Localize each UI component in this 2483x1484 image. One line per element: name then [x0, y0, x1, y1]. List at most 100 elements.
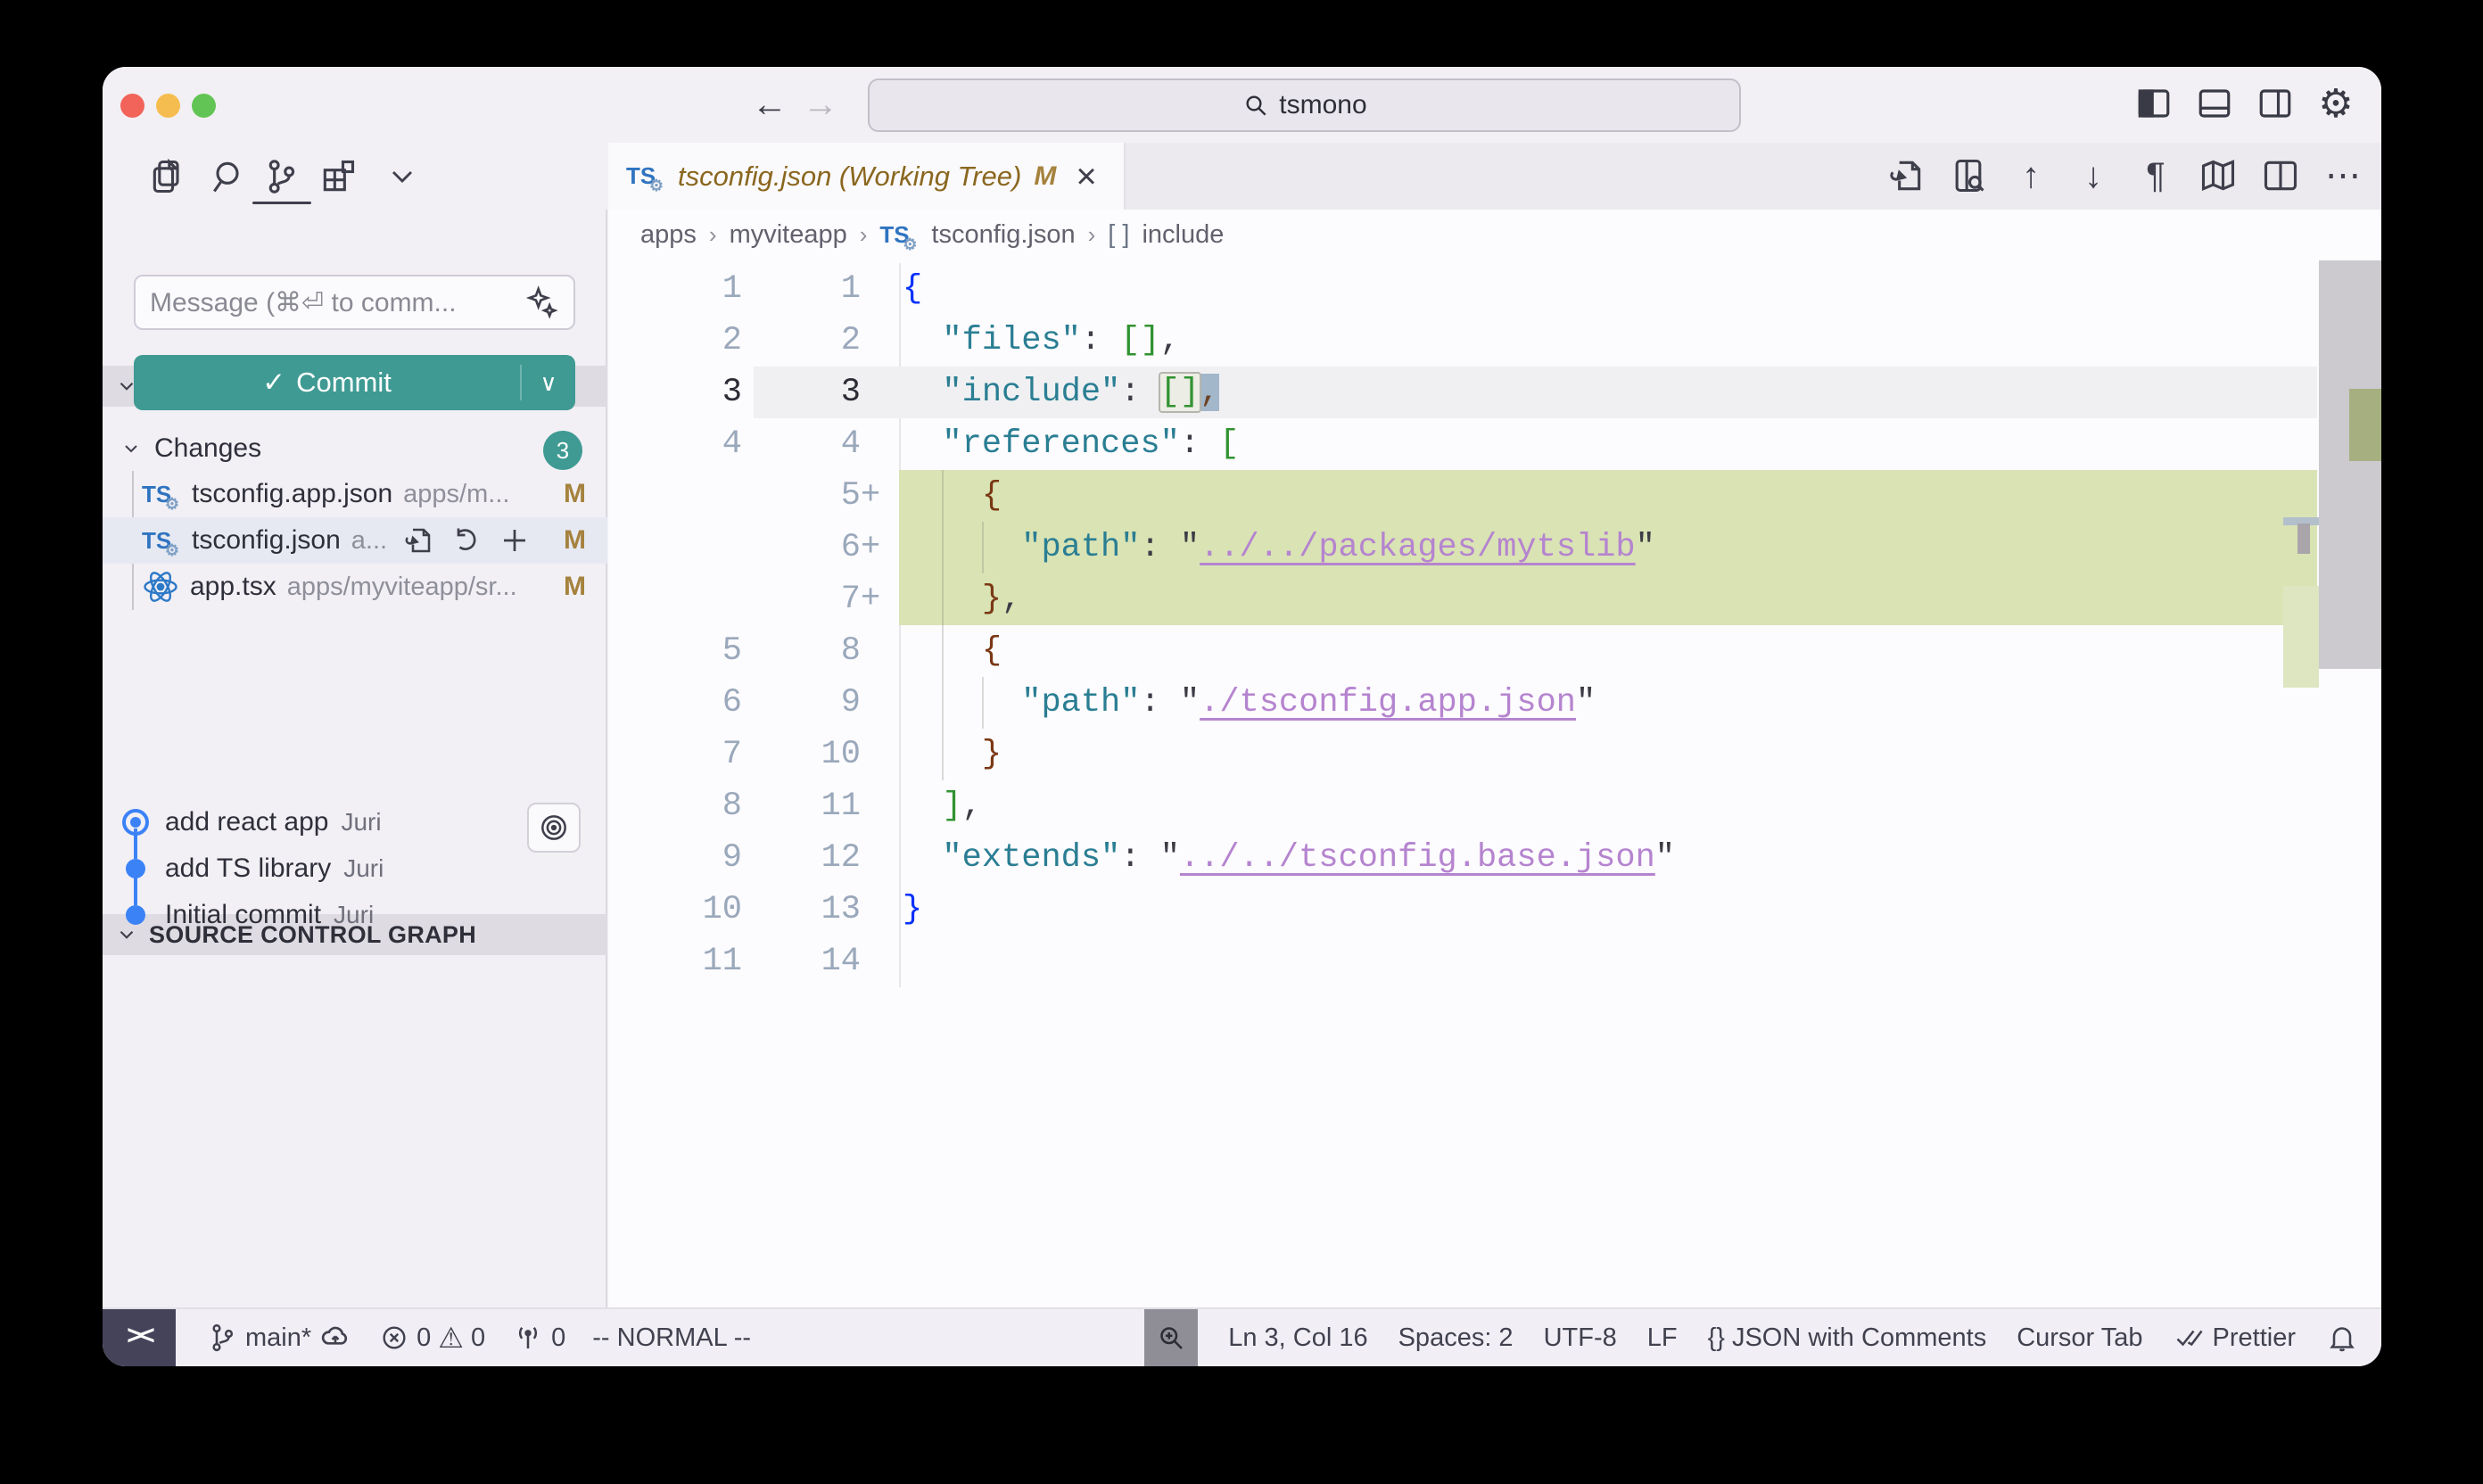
forward-arrow-icon[interactable]: → — [803, 87, 838, 122]
modified-line-number: 12 — [742, 832, 861, 884]
zoom-traffic-light[interactable] — [192, 94, 216, 118]
code-line[interactable]: 1013} — [608, 884, 2381, 936]
editor-scrollbar[interactable] — [2319, 260, 2381, 669]
path-link[interactable]: ../../tsconfig.base.json — [1180, 839, 1655, 877]
language-mode-indicator[interactable]: {} JSON with Comments — [1708, 1323, 1987, 1353]
breadcrumb-item-myviteapp[interactable]: myviteapp — [730, 220, 847, 250]
discard-icon[interactable] — [450, 524, 483, 557]
code-line[interactable]: 33 "include": [], — [608, 367, 2381, 418]
branch-indicator[interactable]: main* — [206, 1321, 352, 1355]
sparkle-icon[interactable] — [524, 284, 559, 320]
changes-section-header[interactable]: Changes 3 — [103, 426, 607, 471]
toggle-sidebar-icon[interactable] — [2133, 83, 2174, 124]
commit-message: Initial commit — [165, 900, 321, 930]
ts-file-icon: TS⚙ — [142, 527, 181, 555]
remote-indicator[interactable]: >< — [103, 1309, 176, 1366]
back-arrow-icon[interactable]: ← — [752, 87, 788, 122]
code-line[interactable]: 6+ "path": "../../packages/mytslib" — [608, 522, 2381, 573]
search-view-icon[interactable] — [206, 155, 249, 198]
encoding-indicator[interactable]: UTF-8 — [1544, 1323, 1617, 1353]
settings-gear-icon[interactable]: ⚙ — [2315, 83, 2356, 124]
modified-status-badge: M — [564, 525, 586, 556]
tab-close-icon[interactable]: × — [1076, 163, 1096, 190]
open-file-icon[interactable] — [1885, 155, 1926, 196]
minimap-toggle-icon[interactable] — [2198, 155, 2239, 196]
next-change-icon[interactable]: ↓ — [2073, 155, 2114, 196]
change-row-tsconfig.json[interactable]: TS⚙tsconfig.jsona...M — [103, 517, 607, 564]
code-line[interactable]: 1114 — [608, 936, 2381, 987]
commit-row-1[interactable]: add react appJuri — [103, 799, 607, 845]
more-views-chevron-icon[interactable] — [381, 155, 424, 198]
code-line[interactable]: 710 } — [608, 729, 2381, 780]
code-line[interactable]: 69 "path": "./tsconfig.app.json" — [608, 677, 2381, 729]
code-text: "include": [], — [903, 367, 1219, 418]
source-control-view-icon[interactable] — [260, 155, 302, 198]
toggle-secondary-sidebar-icon[interactable] — [2255, 83, 2296, 124]
explorer-icon[interactable] — [146, 155, 189, 198]
check-icon: ✓ — [262, 367, 285, 399]
code-line[interactable]: 22 "files": [], — [608, 315, 2381, 367]
react-file-icon — [142, 568, 179, 606]
code-text: { — [903, 263, 922, 315]
render-whitespace-icon[interactable]: ¶ — [2135, 155, 2176, 196]
changes-title: Changes — [154, 433, 261, 464]
formatter-indicator[interactable]: Prettier — [2174, 1322, 2296, 1354]
commit-dropdown-chevron[interactable]: ∨ — [522, 369, 575, 397]
modified-line-number: 9 — [742, 677, 861, 729]
indentation-indicator[interactable]: Spaces: 2 — [1398, 1323, 1514, 1353]
eol-indicator[interactable]: LF — [1647, 1323, 1678, 1353]
cursor-tab-indicator[interactable]: Cursor Tab — [2017, 1323, 2142, 1353]
extensions-view-icon[interactable] — [317, 155, 359, 198]
zoom-indicator[interactable] — [1144, 1309, 1198, 1366]
original-line-number: 2 — [608, 315, 742, 367]
inline-diff-view-icon[interactable] — [1948, 155, 1989, 196]
tab-tsconfig-working-tree[interactable]: TS⚙ tsconfig.json (Working Tree) M × — [608, 143, 1126, 210]
commit-dot-icon — [126, 905, 145, 925]
change-row-tsconfig.app.json[interactable]: TS⚙tsconfig.app.jsonapps/m...M — [103, 471, 607, 517]
diff-editor[interactable]: 11{22 "files": [],33 "include": [],44 "r… — [608, 260, 2381, 1307]
toggle-panel-icon[interactable] — [2194, 83, 2235, 124]
code-line[interactable]: 912 "extends": "../../tsconfig.base.json… — [608, 832, 2381, 884]
code-text: } — [903, 729, 1002, 780]
path-link[interactable]: ../../packages/mytslib — [1200, 529, 1635, 566]
code-line[interactable]: 11{ — [608, 263, 2381, 315]
code-line[interactable]: 44 "references": [ — [608, 418, 2381, 470]
commit-message-input[interactable]: Message (⌘⏎ to comm... — [134, 275, 575, 330]
commit-author: Juri — [343, 854, 384, 883]
path-link[interactable]: ./tsconfig.app.json — [1200, 684, 1576, 721]
command-center-search[interactable]: tsmono — [868, 78, 1741, 132]
file-name: tsconfig.app.json — [192, 479, 392, 509]
problems-indicator[interactable]: 0 ⚠ 0 — [379, 1321, 485, 1355]
ports-indicator[interactable]: 0 — [512, 1322, 565, 1354]
close-traffic-light[interactable] — [120, 94, 144, 118]
braces-icon: {} — [1708, 1323, 1725, 1353]
more-actions-icon[interactable]: ⋯ — [2322, 155, 2363, 196]
commit-row-2[interactable]: add TS libraryJuri — [103, 845, 607, 892]
code-line[interactable]: 7+ }, — [608, 573, 2381, 625]
commit-row-3[interactable]: Initial commitJuri — [103, 892, 607, 938]
code-line[interactable]: 811 ], — [608, 780, 2381, 832]
notifications-bell-icon[interactable] — [2326, 1322, 2358, 1354]
vim-mode-indicator[interactable]: -- NORMAL -- — [592, 1323, 751, 1353]
search-icon — [1242, 91, 1270, 120]
original-line-number: 3 — [608, 367, 742, 418]
open-file-icon[interactable] — [401, 524, 435, 557]
original-line-number: 9 — [608, 832, 742, 884]
file-name: app.tsx — [190, 572, 276, 602]
minimize-traffic-light[interactable] — [156, 94, 180, 118]
breadcrumb-item-apps[interactable]: apps — [640, 220, 697, 250]
code-line[interactable]: 5+ { — [608, 470, 2381, 522]
code-text: { — [903, 470, 1002, 522]
previous-change-icon[interactable]: ↑ — [2010, 155, 2051, 196]
stage-icon[interactable] — [498, 524, 532, 557]
change-row-app.tsx[interactable]: app.tsxapps/myviteapp/sr...M — [103, 564, 607, 610]
modified-line-number: 4 — [742, 418, 861, 470]
breadcrumb-item-include[interactable]: include — [1142, 220, 1224, 250]
breadcrumb-separator-icon: › — [709, 221, 717, 249]
split-editor-icon[interactable] — [2260, 155, 2301, 196]
commit-button[interactable]: ✓ Commit ∨ — [134, 355, 575, 410]
cursor-position[interactable]: Ln 3, Col 16 — [1228, 1323, 1367, 1353]
breadcrumb-item-tsconfig.json[interactable]: tsconfig.json — [931, 220, 1075, 250]
breadcrumb[interactable]: apps›myviteapp›TS⚙tsconfig.json›[ ]inclu… — [608, 210, 2381, 260]
code-line[interactable]: 58 { — [608, 625, 2381, 677]
